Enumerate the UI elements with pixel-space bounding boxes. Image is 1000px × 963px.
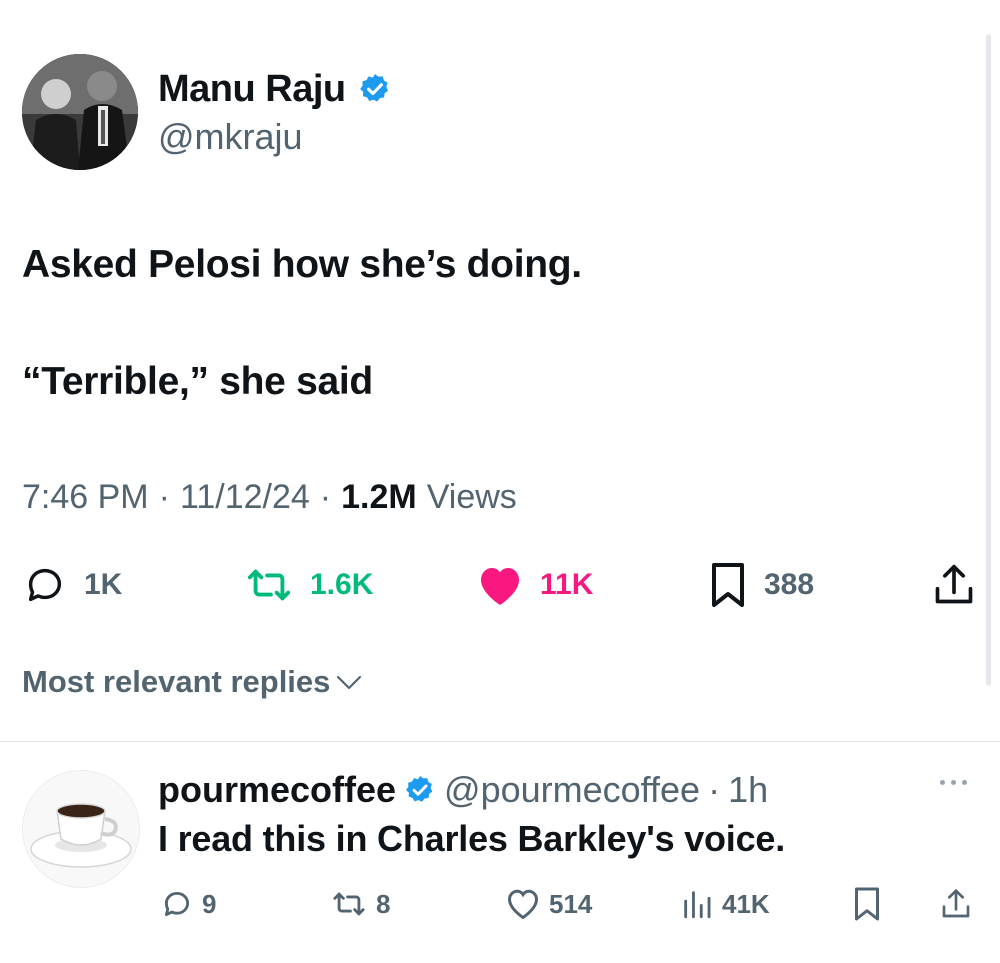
views-count[interactable]: 1.2M	[341, 478, 417, 517]
like-button[interactable]: 11K	[476, 560, 593, 610]
reply-time[interactable]: 1h	[728, 769, 768, 811]
analytics-icon	[684, 891, 711, 919]
reply-count: 1K	[84, 568, 123, 601]
reply-handle[interactable]: @pourmecoffee	[444, 769, 700, 811]
repost-button[interactable]: 1.6K	[244, 560, 373, 610]
reply-repost-count: 8	[376, 888, 391, 919]
reply-text: I read this in Charles Barkley's voice.	[158, 818, 786, 859]
meta-separator: ·	[319, 478, 332, 516]
reply-bookmark-button[interactable]	[852, 884, 882, 924]
divider	[0, 741, 1000, 742]
meta-separator: ·	[158, 478, 170, 516]
bookmark-icon	[855, 887, 879, 921]
reply-header: pourmecoffee @pourmecoffee · 1h	[158, 768, 768, 812]
reply-views-count: 41K	[722, 888, 770, 919]
like-count: 11K	[540, 568, 594, 601]
bookmark-button[interactable]: 388	[708, 560, 814, 610]
verified-badge-icon	[358, 72, 392, 106]
tweet-meta: 7:46 PM · 11/12/24 · 1.2M Views	[22, 478, 517, 517]
chevron-down-icon	[337, 675, 362, 690]
author-display-name[interactable]: Manu Raju	[158, 68, 346, 111]
views-label: Views	[426, 478, 517, 516]
reply-like-button[interactable]: 514	[505, 884, 592, 924]
reply-separator: ·	[708, 769, 721, 810]
heart-icon	[481, 568, 519, 605]
repost-icon	[247, 569, 291, 601]
reply-button[interactable]: 1K	[22, 560, 122, 610]
bookmark-count: 388	[764, 568, 815, 601]
reply-icon	[164, 891, 190, 917]
reply-author-avatar[interactable]	[22, 770, 140, 888]
verified-badge-icon	[404, 774, 436, 806]
heart-icon	[507, 889, 539, 920]
repost-count: 1.6K	[310, 568, 374, 601]
reply-repost-button[interactable]: 8	[330, 884, 390, 924]
reply-reply-button[interactable]: 9	[160, 884, 216, 924]
tweet-text-line-1: Asked Pelosi how she’s doing.	[22, 243, 582, 286]
bookmark-icon	[712, 563, 744, 607]
reply-like-count: 514	[549, 888, 593, 919]
reply-display-name[interactable]: pourmecoffee	[158, 769, 396, 811]
replies-sort-dropdown[interactable]: Most relevant replies	[22, 664, 364, 700]
reply-views-button[interactable]: 41K	[680, 884, 770, 924]
share-button[interactable]	[932, 560, 976, 610]
reply-icon	[28, 568, 62, 602]
reply-share-button[interactable]	[940, 884, 972, 924]
reply-reply-count: 9	[202, 888, 217, 919]
share-icon	[942, 889, 970, 918]
replies-sort-label: Most relevant replies	[22, 664, 331, 699]
tweet-date[interactable]: 11/12/24	[180, 478, 310, 517]
more-options-icon[interactable]	[940, 780, 974, 794]
author-avatar[interactable]	[22, 54, 138, 170]
author-handle[interactable]: @mkraju	[158, 116, 303, 158]
repost-icon	[333, 892, 365, 916]
tweet-time[interactable]: 7:46 PM	[22, 478, 149, 517]
tweet-text-line-2: “Terrible,” she said	[22, 360, 373, 403]
share-icon	[935, 564, 973, 604]
scrollbar[interactable]	[986, 34, 991, 686]
